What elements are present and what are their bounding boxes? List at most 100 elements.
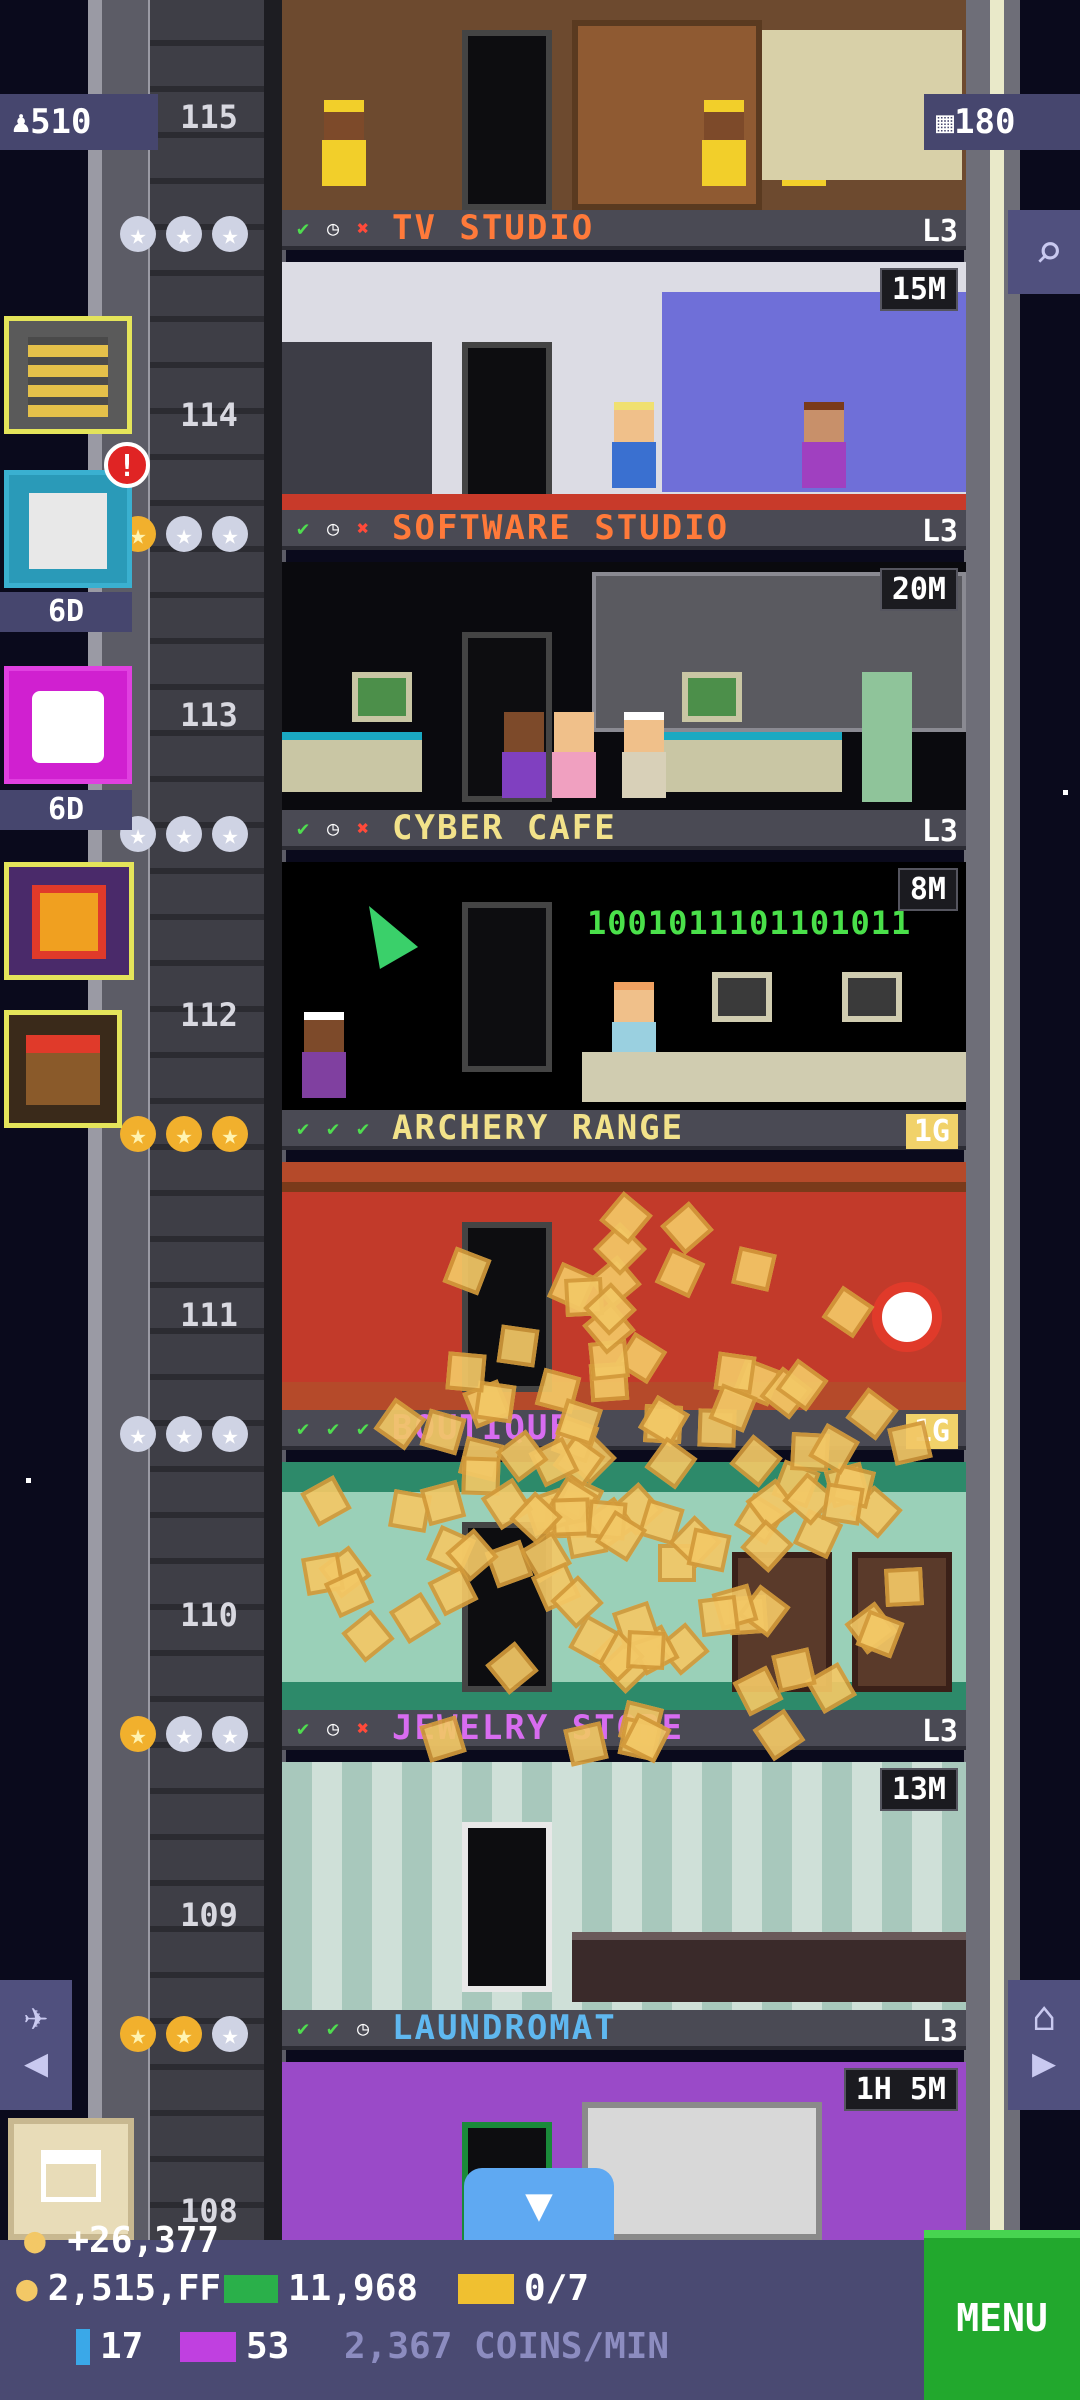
floor-laundromat[interactable]: ✔ ✔ ◷ LAUNDROMAT L3 1H 5M (282, 2008, 966, 2240)
floor-status: ✔ ◷ ✖ (290, 215, 376, 241)
menu-button[interactable]: MENU (924, 2230, 1080, 2400)
star-icon: ★ (120, 216, 156, 252)
floor-status: ✔ ✔ ◷ (290, 2015, 376, 2041)
search-button[interactable]: ⌕ (1008, 210, 1080, 294)
floor-number: 109 (180, 1896, 238, 1934)
star-icon: ★ (212, 1116, 248, 1152)
citizen (502, 712, 546, 798)
star-icon: ★ (120, 2016, 156, 2052)
star-icon: ★ (212, 2016, 248, 2052)
floor-timer: 20M (879, 568, 958, 611)
citizen (802, 402, 846, 488)
washing-machines (582, 2102, 822, 2240)
computer (842, 972, 902, 1022)
coin[interactable] (563, 1720, 609, 1767)
check-icon: ✔ (296, 1416, 310, 1440)
floor-timer: 1H 5M (843, 2068, 958, 2111)
floor-level: L3 (921, 814, 958, 849)
floor-stars: ★ ★ ★ (120, 2016, 248, 2052)
floor-cyber-cafe[interactable]: ✔ ◷ ✖ CYBER CAFE L3 1001011101101011 8M (282, 808, 966, 1110)
coin[interactable] (444, 1351, 487, 1393)
star-icon: ★ (212, 1716, 248, 1752)
floor-timer: 13M (879, 1768, 958, 1811)
lobby-button[interactable]: ⌂ ▶ (1008, 1980, 1080, 2110)
quests-button[interactable] (4, 470, 132, 588)
check-icon: ✔ (356, 1416, 370, 1440)
jewelry-counter (572, 1932, 966, 2002)
building-icon: ▦ (936, 104, 955, 140)
vip-counter[interactable]: 0/7 (458, 2268, 589, 2309)
magnifier-icon: ⌕ (1034, 224, 1064, 280)
coin[interactable] (697, 1594, 741, 1637)
star-dot (1063, 790, 1068, 795)
coin[interactable] (821, 1482, 865, 1526)
income-popup: ● +26,377 (24, 2220, 220, 2261)
market-button[interactable] (4, 1010, 122, 1128)
floor-stars: ★ ★ ★ (120, 216, 248, 252)
population-counter[interactable]: ♟ 510 (0, 94, 158, 150)
gift-button[interactable] (4, 862, 134, 980)
coin[interactable] (496, 1324, 540, 1368)
coin[interactable] (626, 1630, 667, 1671)
left-arrow-icon: ◀ (23, 2040, 49, 2086)
plane-icon: ✈ (23, 1994, 49, 2040)
clock-icon: ◷ (326, 516, 340, 540)
elevator-button[interactable]: ✈ ◀ (0, 1980, 72, 2110)
star-icon: ★ (166, 1116, 202, 1152)
floor-counter[interactable]: ▦ 180 (924, 94, 1080, 150)
person-icon: ♟ (12, 104, 31, 140)
floor-bar: ✔ ◷ ✖ CYBER CAFE L3 (282, 808, 966, 850)
monitor (352, 672, 412, 722)
right-arrow-icon: ▶ (1031, 2040, 1057, 2086)
floor-level: L3 (921, 214, 958, 249)
bux-counter[interactable]: 11,968 (224, 2268, 418, 2309)
citizen (322, 100, 366, 186)
gift-icon (32, 885, 106, 959)
coin-icon: ● (16, 2268, 38, 2309)
floor-stars: ★ ★ ★ (120, 1716, 248, 1752)
check-icon: ✔ (296, 516, 310, 540)
quests-timer: 6D (0, 592, 132, 632)
citizen (612, 402, 656, 488)
floor-name: CYBER CAFE (392, 808, 617, 848)
coin[interactable] (884, 1566, 925, 1607)
floor-status: ✔ ✔ ✔ (290, 1415, 376, 1441)
star-icon: ★ (120, 1116, 156, 1152)
door (462, 902, 552, 1072)
floor-name: SOFTWARE STUDIO (392, 508, 730, 548)
cursor-icon (349, 895, 419, 969)
bux-icon (224, 2274, 278, 2303)
floor-number: 113 (180, 696, 238, 734)
tickets-counter[interactable]: 53 (180, 2326, 289, 2367)
coins-counter[interactable]: ● 2,515,FF (16, 2268, 221, 2309)
floor-bar: ✔ ✔ ✔ ARCHERY RANGE 1G (282, 1108, 966, 1150)
floor-tv-studio[interactable]: ✔ ◷ ✖ TV STUDIO L3 15M (282, 208, 966, 510)
floor-name: ARCHERY RANGE (392, 1108, 685, 1148)
card-icon (76, 2328, 90, 2365)
floor-stars: ★ ★ ★ (120, 816, 248, 852)
clock-icon: ◷ (356, 2016, 370, 2040)
floor-level: L3 (921, 1714, 958, 1749)
floor-building-button[interactable] (4, 316, 132, 434)
home-icon: ⌂ (1031, 1994, 1057, 2040)
floor-timer: 8M (897, 868, 958, 911)
lucky-dice-button[interactable] (4, 666, 132, 784)
scroll-down-button[interactable]: ▼ (464, 2168, 614, 2240)
floor-115[interactable] (282, 0, 966, 210)
checklist-icon (29, 493, 107, 569)
cards-counter[interactable]: 17 (76, 2326, 143, 2367)
star-icon: ★ (166, 2016, 202, 2052)
floor-bar: ✔ ◷ ✖ SOFTWARE STUDIO L3 (282, 508, 966, 550)
monitor (682, 672, 742, 722)
x-icon: ✖ (356, 1716, 370, 1740)
floor-number: 112 (180, 996, 238, 1034)
star-icon: ★ (212, 816, 248, 852)
vip-ticket-icon (458, 2273, 514, 2304)
door (462, 30, 552, 210)
floor-status: ✔ ◷ ✖ (290, 815, 376, 841)
floor-stars: ★ ★ ★ (120, 516, 248, 552)
floor-software-studio[interactable]: ✔ ◷ ✖ SOFTWARE STUDIO L3 20M (282, 508, 966, 810)
check-icon: ✔ (356, 1116, 370, 1140)
floor-stars: ★ ★ ★ (120, 1416, 248, 1452)
check-icon: ✔ (326, 1116, 340, 1140)
